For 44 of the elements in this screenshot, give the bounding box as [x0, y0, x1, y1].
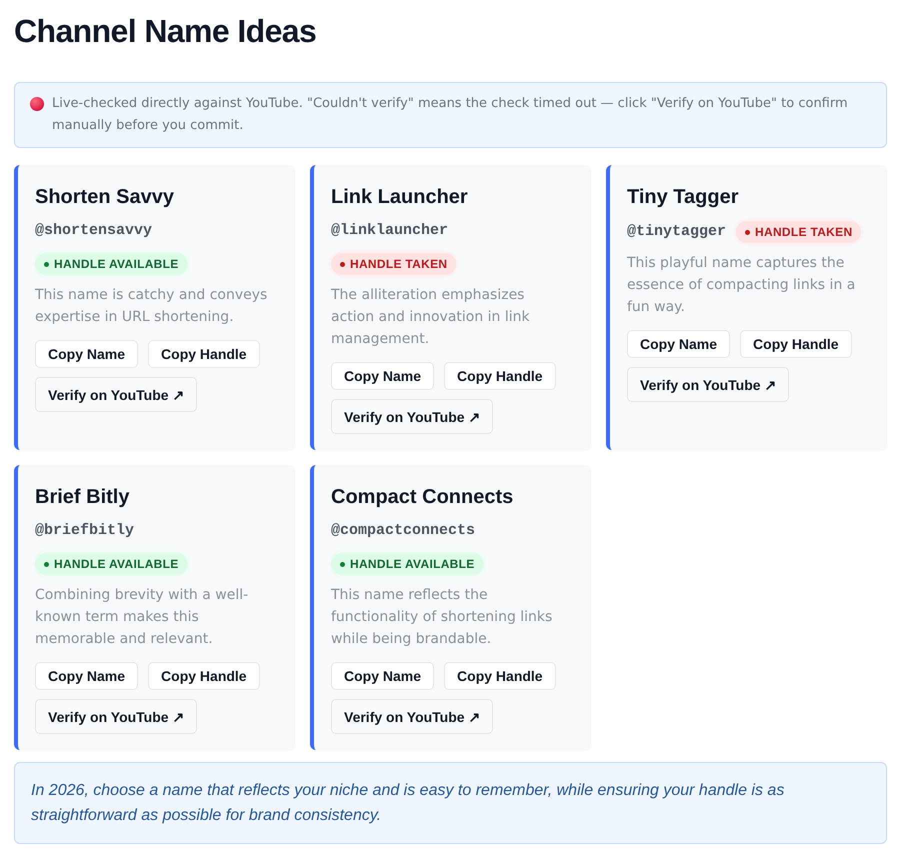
- copy-button[interactable]: Copy Handle: [740, 330, 852, 358]
- card-title: Compact Connects: [331, 485, 514, 509]
- dot-icon: [44, 562, 49, 566]
- page-title: Channel Name Ideas: [14, 12, 318, 51]
- copy-button[interactable]: Copy Handle: [444, 362, 556, 390]
- card-title: Tiny Tagger: [627, 185, 740, 209]
- copy-button[interactable]: Copy Name: [35, 662, 138, 690]
- status-label: HANDLE AVAILABLE: [54, 557, 179, 571]
- card-description: This name is catchy and conveys expertise in URL shortening.: [35, 286, 268, 327]
- tip-text: In 2026, choose a name that reflects your niche and is easy to remember, while ensuring your handle is as straightforward as possible for brand consistency.: [31, 781, 786, 826]
- copy-button[interactable]: Copy Name: [35, 340, 138, 368]
- card-title: Shorten Savvy: [35, 185, 175, 209]
- copy-button[interactable]: Copy Name: [627, 330, 730, 358]
- circle-icon: [30, 97, 44, 111]
- handle-text: @compactconnects: [331, 521, 476, 541]
- verify-button[interactable]: Verify on YouTube ↗: [35, 699, 198, 734]
- dot-icon: [44, 262, 49, 266]
- info-text: Live-checked directly against YouTube. "Couldn't verify" means the check timed out — click "Verify on YouTube" to confirm manually before you commit.: [52, 95, 849, 135]
- dot-icon: [340, 262, 345, 266]
- copy-button[interactable]: Copy Handle: [148, 340, 260, 368]
- copy-button[interactable]: Copy Name: [331, 362, 434, 390]
- handle-text: @briefbitly: [35, 521, 134, 541]
- card-title: Link Launcher: [331, 185, 469, 209]
- verify-button[interactable]: Verify on YouTube ↗: [35, 377, 198, 412]
- dot-icon: [340, 562, 345, 566]
- card-description: Combining brevity with a well-known term makes this memorable and relevant.: [35, 586, 250, 649]
- copy-button[interactable]: Copy Handle: [148, 662, 260, 690]
- status-label: HANDLE AVAILABLE: [350, 557, 475, 571]
- verify-button[interactable]: Verify on YouTube ↗: [331, 699, 494, 734]
- status-label: HANDLE TAKEN: [350, 257, 448, 271]
- verify-button[interactable]: Verify on YouTube ↗: [331, 399, 494, 434]
- copy-button[interactable]: Copy Name: [331, 662, 434, 690]
- status-label: HANDLE TAKEN: [755, 225, 852, 239]
- card-description: This name reflects the functionality of shortening links while being brandable.: [331, 586, 554, 649]
- copy-button[interactable]: Copy Handle: [444, 662, 556, 690]
- card-title: Brief Bitly: [35, 485, 130, 509]
- handle-text: @tinytagger: [627, 222, 726, 242]
- card-description: This playful name captures the essence of compacting links in a fun way.: [627, 254, 856, 317]
- dot-icon: [745, 230, 750, 234]
- handle-text: @shortensavvy: [35, 221, 152, 241]
- verify-button[interactable]: Verify on YouTube ↗: [627, 367, 790, 402]
- status-label: HANDLE AVAILABLE: [54, 257, 179, 271]
- card-description: The alliteration emphasizes action and innovation in link management.: [331, 286, 531, 349]
- handle-text: @linklauncher: [331, 221, 448, 241]
